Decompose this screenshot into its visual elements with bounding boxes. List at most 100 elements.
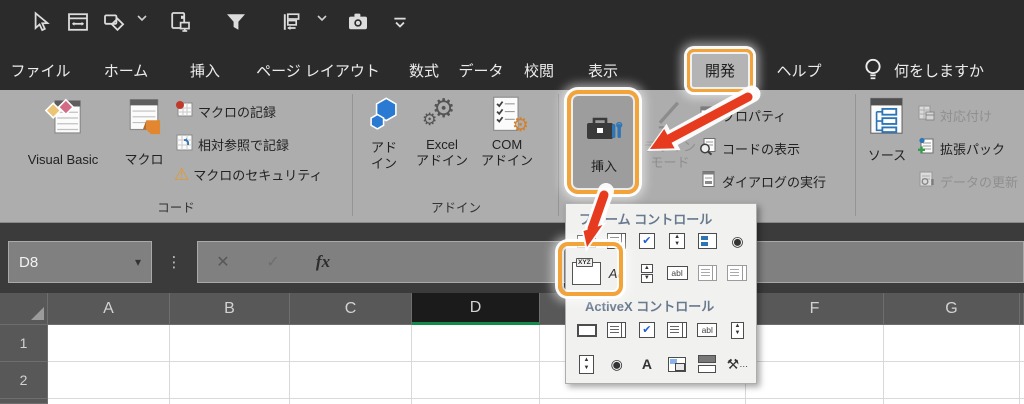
activex-label-control[interactable]: A (632, 357, 661, 371)
form-list-box-control[interactable] (693, 233, 722, 249)
form-combo-dropdown-edit-control-disabled[interactable] (723, 265, 752, 281)
tab-insert[interactable]: 挿入 (176, 53, 234, 87)
map-properties-button[interactable]: 対応付け (916, 103, 992, 128)
camera-icon[interactable] (344, 7, 372, 37)
relative-references-label: 相対参照で記録 (198, 135, 289, 154)
tab-review[interactable]: 校閲 (509, 53, 569, 87)
tell-me-search[interactable]: 何をしますか (894, 60, 984, 81)
activex-scroll-bar-control[interactable]: ▲▼ (572, 355, 601, 374)
run-dialog-icon (698, 169, 718, 194)
code-group-label: コード (8, 197, 344, 216)
excel-addins-label-line1: Excel (426, 137, 458, 153)
column-header-d-selected[interactable]: D (412, 293, 540, 325)
form-spin-button-control[interactable]: ▲▼ (663, 233, 692, 249)
addins-label-line1: アド (371, 140, 397, 156)
activex-list-box-control[interactable] (663, 322, 692, 338)
gridline (169, 325, 170, 404)
column-header-b[interactable]: B (170, 293, 290, 325)
source-icon (867, 95, 907, 144)
activex-controls-row-1: ✔ abl ▲▼ (570, 317, 754, 343)
tab-data[interactable]: データ (451, 53, 511, 87)
record-macro-icon (174, 99, 194, 124)
addins-group-label: アドイン (356, 197, 556, 216)
indent-dropdown-chevron-icon[interactable] (317, 14, 327, 25)
activex-toggle-button-control[interactable] (693, 355, 722, 373)
decrease-indent-icon[interactable] (278, 7, 306, 37)
row-header-2[interactable]: 2 (0, 362, 48, 399)
activex-text-box-control[interactable]: abl (693, 323, 722, 337)
table-column-width-icon[interactable] (64, 7, 92, 37)
group-separator (558, 94, 559, 216)
gridline (289, 325, 290, 404)
relative-references-button[interactable]: 相対参照で記録 (174, 132, 289, 157)
insert-function-icon[interactable]: fx (298, 252, 348, 272)
view-code-button[interactable]: コードの表示 (698, 136, 800, 161)
activex-option-button-control[interactable]: ◉ (602, 357, 631, 371)
gridline (411, 325, 412, 404)
column-header-f[interactable]: F (746, 293, 884, 325)
formula-bar-splitter[interactable]: ⋮ (166, 241, 182, 283)
record-macro-button[interactable]: マクロの記録 (174, 99, 276, 124)
select-all-corner[interactable] (0, 293, 48, 325)
form-option-button-control[interactable]: ◉ (723, 234, 752, 248)
excel-addins-button[interactable]: ⚙ ⚙ Excel アドイン (413, 95, 471, 169)
macros-button[interactable]: マクロ (118, 95, 170, 168)
form-check-box-control[interactable]: ✔ (632, 233, 661, 249)
ribbon: Visual Basic マクロ マクロの記録 相対参照で記録 ⚠ マクロのセキ… (0, 90, 1024, 223)
enter-icon[interactable]: ✓ (248, 252, 298, 272)
lightbulb-icon (862, 57, 884, 88)
formula-bar: D8 ▾ ⋮ ✕ ✓ fx (0, 223, 1024, 293)
cancel-icon[interactable]: ✕ (198, 252, 248, 272)
tab-home[interactable]: ホーム (97, 53, 155, 87)
tab-help[interactable]: ヘルプ (769, 53, 829, 87)
record-macro-label: マクロの記録 (198, 102, 276, 121)
row-header-1[interactable]: 1 (0, 325, 48, 362)
column-header-c[interactable]: C (290, 293, 412, 325)
developer-tab-highlight (687, 49, 753, 92)
addins-button[interactable]: アド イン (358, 95, 410, 172)
excel-window: ファイル ホーム 挿入 ページ レイアウト 数式 データ 校閲 表示 開発 ヘル… (0, 0, 1024, 404)
column-header-partial[interactable] (1020, 293, 1024, 325)
form-scroll-bar-control[interactable]: ▲▼ (632, 264, 661, 283)
form-edit-box-control-disabled[interactable]: abl (663, 266, 692, 280)
source-button[interactable]: ソース (860, 95, 914, 164)
activex-check-box-control[interactable]: ✔ (632, 322, 661, 338)
tab-formulas[interactable]: 数式 (395, 53, 453, 87)
visual-basic-button[interactable]: Visual Basic (8, 95, 118, 168)
com-addins-button[interactable]: ⚙ COM アドイン (476, 95, 538, 169)
column-header-g[interactable]: G (884, 293, 1020, 325)
shapes-icon[interactable] (100, 7, 128, 37)
name-box-dropdown-icon[interactable]: ▾ (135, 255, 141, 269)
activex-command-button-control[interactable] (572, 324, 601, 337)
column-header-a[interactable]: A (48, 293, 170, 325)
filter-icon[interactable] (222, 7, 250, 37)
macro-security-label: マクロのセキュリティ (193, 165, 322, 184)
design-mode-button[interactable]: デザイン モード (642, 96, 698, 171)
switch-windows-icon[interactable] (166, 7, 194, 37)
expansion-packs-label: 拡張パック (940, 139, 1005, 158)
activex-spin-button-control[interactable]: ▲▼ (723, 322, 752, 339)
macro-security-button[interactable]: ⚠ マクロのセキュリティ (174, 165, 322, 184)
activex-more-controls-button[interactable]: ⚒… (723, 357, 752, 371)
form-combo-list-edit-control-disabled[interactable] (693, 265, 722, 281)
select-cursor-icon[interactable] (26, 7, 54, 37)
shapes-dropdown-chevron-icon[interactable] (137, 14, 147, 25)
gridline (539, 325, 540, 404)
name-box[interactable]: D8 ▾ (8, 241, 152, 283)
tab-page-layout[interactable]: ページ レイアウト (260, 53, 376, 87)
refresh-data-button[interactable]: データの更新 (916, 169, 1018, 194)
refresh-data-label: データの更新 (940, 172, 1018, 191)
activex-controls-section-title: ActiveX コントロール (585, 296, 714, 315)
properties-button[interactable]: プロパティ (698, 103, 786, 128)
gridline (48, 398, 1024, 399)
row-header-partial[interactable] (0, 399, 48, 404)
cell-area[interactable] (48, 325, 1024, 404)
tab-view[interactable]: 表示 (573, 53, 633, 87)
activex-combo-box-control[interactable] (602, 322, 631, 338)
activex-image-control[interactable] (663, 357, 692, 372)
customize-qat-icon[interactable] (386, 7, 414, 37)
tab-file[interactable]: ファイル (12, 53, 69, 87)
run-dialog-button[interactable]: ダイアログの実行 (698, 169, 826, 194)
expansion-packs-button[interactable]: 拡張パック (916, 136, 1005, 161)
view-code-label: コードの表示 (722, 139, 800, 158)
